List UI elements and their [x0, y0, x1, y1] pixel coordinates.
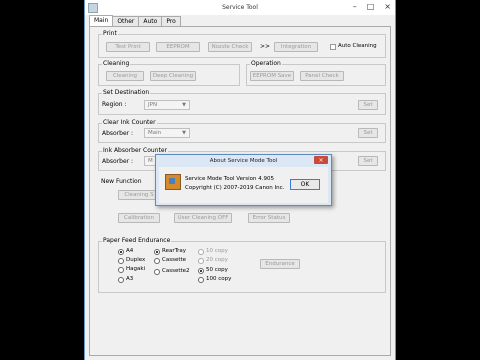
eeprom-save-button[interactable]: EEPROM Save — [250, 71, 294, 81]
tray-cassette-label: Cassette — [162, 257, 187, 263]
print-label: Print — [102, 30, 118, 37]
region-label: Region : — [102, 101, 127, 108]
set-destination-group — [98, 93, 386, 115]
size-duplex-radio[interactable] — [118, 258, 124, 264]
clear-ink-group — [98, 123, 386, 143]
title-bar[interactable]: Service Tool – □ × — [85, 0, 395, 15]
cleaning-button[interactable]: Cleaning — [106, 71, 144, 81]
dialog-close-button[interactable]: × — [314, 156, 328, 164]
app-icon — [88, 3, 98, 13]
region-value: JPN — [148, 102, 158, 108]
paper-feed-label: Paper Feed Endurance — [102, 237, 172, 244]
tab-main[interactable]: Main — [89, 15, 114, 26]
window-title: Service Tool — [222, 4, 258, 11]
cleaning-label: Cleaning — [102, 60, 131, 67]
calibration-button[interactable]: Calibration — [118, 213, 160, 223]
size-hagaki-label: Hagaki — [126, 266, 146, 272]
integration-button[interactable]: Integration — [274, 42, 318, 52]
tray-cassette2-radio[interactable] — [154, 269, 160, 275]
dialog-body: Service Mode Tool Version 4.905 Copyrigh… — [159, 167, 328, 203]
error-status-button[interactable]: Error Status — [248, 213, 290, 223]
copy-100-label: 100 copy — [206, 276, 232, 282]
new-function-label: New Function — [100, 178, 143, 185]
copy-100-radio[interactable] — [198, 277, 204, 283]
app-logo-icon — [165, 174, 181, 190]
dialog-copyright-text: Copyright (C) 2007-2019 Canon Inc. — [185, 185, 285, 191]
dialog-title[interactable]: About Service Mode Tool — [156, 155, 331, 166]
copy-20-label: 20 copy — [206, 257, 228, 263]
eeprom-button[interactable]: EEPROM — [156, 42, 200, 52]
ok-button[interactable]: OK — [290, 179, 320, 190]
tray-rear-radio[interactable] — [154, 249, 160, 255]
size-a4-label: A4 — [126, 248, 134, 254]
clear-ink-absorber-select[interactable]: Main ▼ — [144, 128, 190, 138]
deep-cleaning-button[interactable]: Deep Cleaning — [150, 71, 196, 81]
tray-rear-label: RearTray — [162, 248, 187, 254]
chevron-down-icon: ▼ — [182, 102, 186, 108]
minimize-button[interactable]: – — [353, 2, 357, 11]
auto-cleaning-label: Auto Cleaning — [338, 43, 377, 49]
set-destination-button[interactable]: Set — [358, 100, 378, 110]
size-duplex-label: Duplex — [126, 257, 146, 263]
tray-cassette-radio[interactable] — [154, 258, 160, 264]
nozzle-check-button[interactable]: Nozzle Check — [208, 42, 252, 52]
copy-20-radio[interactable] — [198, 258, 204, 264]
size-hagaki-radio[interactable] — [118, 267, 124, 273]
operation-label: Operation — [250, 60, 282, 67]
maximize-button[interactable]: □ — [367, 2, 375, 11]
clear-ink-absorber-label: Absorber : — [102, 130, 134, 137]
endurance-button[interactable]: Endurance — [260, 259, 300, 269]
chevron-down-icon: ▼ — [182, 130, 186, 136]
size-a3-radio[interactable] — [118, 277, 124, 283]
set-destination-label: Set Destination — [102, 89, 151, 96]
clear-ink-label: Clear Ink Counter — [102, 119, 157, 126]
user-cleaning-button[interactable]: User Cleaning OFF — [174, 213, 232, 223]
dialog-version-text: Service Mode Tool Version 4.905 — [185, 176, 274, 182]
size-a4-radio[interactable] — [118, 249, 124, 255]
ink-absorber-absorber-label: Absorber : — [102, 158, 134, 165]
clear-ink-absorber-value: Main — [148, 130, 162, 136]
cleaning-s-button[interactable]: Cleaning S — [118, 190, 160, 200]
ink-absorber-label: Ink Absorber Counter — [102, 147, 168, 154]
tray-cassette2-label: Cassette2 — [162, 268, 190, 274]
copy-50-label: 50 copy — [206, 267, 228, 273]
panel-check-button[interactable]: Panel Check — [300, 71, 344, 81]
about-dialog: About Service Mode Tool × Service Mode T… — [155, 154, 332, 206]
copy-10-label: 10 copy — [206, 248, 228, 254]
close-button[interactable]: × — [384, 2, 391, 11]
clear-ink-set-button[interactable]: Set — [358, 128, 378, 138]
ink-absorber-set-button[interactable]: Set — [358, 156, 378, 166]
arrows-label: >> — [260, 43, 271, 50]
copy-50-radio[interactable] — [198, 268, 204, 274]
auto-cleaning-checkbox[interactable] — [330, 44, 336, 50]
ink-absorber-value: M — [148, 158, 153, 164]
test-print-button[interactable]: Test Print — [106, 42, 150, 52]
region-select[interactable]: JPN ▼ — [144, 100, 190, 110]
copy-10-radio[interactable] — [198, 249, 204, 255]
size-a3-label: A3 — [126, 276, 134, 282]
